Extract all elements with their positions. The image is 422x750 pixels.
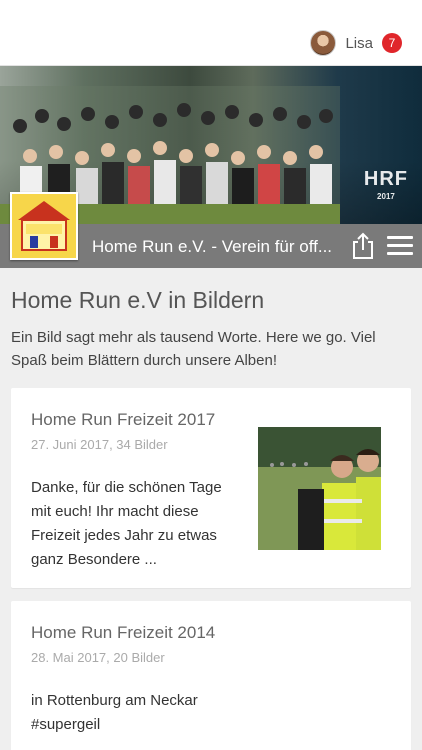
hrf-watermark-year: 2017 xyxy=(377,192,395,201)
share-icon[interactable] xyxy=(351,232,375,260)
album-thumbnail[interactable] xyxy=(258,427,381,550)
notification-badge[interactable]: 7 xyxy=(382,33,402,53)
album-card[interactable]: Home Run Freizeit 2014 28. Mai 2017, 20 … xyxy=(11,601,411,750)
album-title[interactable]: Home Run Freizeit 2014 xyxy=(31,623,215,643)
album-card[interactable]: Home Run Freizeit 2017 27. Juni 2017, 34… xyxy=(11,388,411,588)
user-avatar[interactable] xyxy=(310,30,337,56)
page-title: Home Run e.V in Bildern xyxy=(11,287,265,313)
album-meta: 28. Mai 2017, 20 Bilder xyxy=(31,650,165,665)
house-icon xyxy=(18,201,70,251)
hamburger-menu-icon[interactable] xyxy=(387,236,413,256)
hrf-watermark: HRF 2017 xyxy=(363,168,408,206)
home-run-logo-icon[interactable] xyxy=(10,192,78,260)
album-meta: 27. Juni 2017, 34 Bilder xyxy=(31,437,168,452)
user-name[interactable]: Lisa xyxy=(345,35,373,52)
top-bar: Lisa 7 xyxy=(0,0,422,66)
album-description: in Rottenburg am Neckar #supergeil xyxy=(31,692,198,733)
album-description: Danke, für die schönen Tage mit euch! Ih… xyxy=(31,479,222,568)
user-profile[interactable]: Lisa 7 xyxy=(310,30,402,56)
album-photo xyxy=(258,427,381,550)
app-title-bar: Home Run e.V. - Verein für off... xyxy=(0,192,422,268)
hrf-watermark-title: HRF xyxy=(363,168,408,190)
page-intro: Ein Bild sagt mehr als tausend Worte. He… xyxy=(11,329,376,369)
club-title: Home Run e.V. - Verein für off... xyxy=(92,237,333,256)
album-title[interactable]: Home Run Freizeit 2017 xyxy=(31,410,215,430)
